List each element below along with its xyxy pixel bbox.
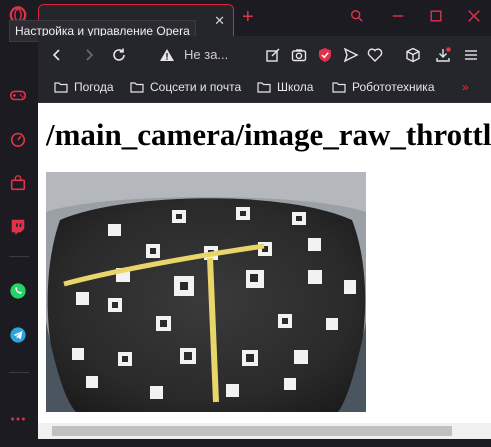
bookmarks-bar: Погода Соцсети и почта Школа Робототехни… (38, 74, 491, 103)
more-icon[interactable] (7, 408, 29, 430)
shield-icon[interactable] (316, 46, 334, 64)
window-bottom-edge (38, 439, 491, 447)
tab-close-button[interactable]: ✕ (214, 13, 225, 29)
bookmark-folder[interactable]: Робототехника (332, 80, 435, 94)
search-icon[interactable] (345, 6, 369, 26)
folder-icon (257, 82, 271, 93)
bookmark-label: Погода (74, 80, 114, 94)
whatsapp-icon[interactable] (7, 280, 29, 302)
horizontal-scrollbar[interactable] (38, 423, 491, 439)
address-security-text[interactable]: Не за... (184, 47, 228, 62)
close-icon[interactable] (462, 6, 486, 26)
warning-icon[interactable] (158, 46, 176, 64)
folder-icon (54, 82, 68, 93)
menu-icon[interactable] (462, 46, 480, 64)
bookmark-label: Робототехника (352, 80, 435, 94)
camera-icon[interactable] (290, 46, 308, 64)
browser-window: ✕ + Настройка и управление Opera Не за..… (0, 0, 491, 447)
page-heading: /main_camera/image_raw_throttled (46, 117, 491, 152)
download-icon[interactable] (434, 46, 452, 64)
new-tab-button[interactable]: + (242, 6, 254, 29)
sidebar-separator (9, 256, 29, 257)
twitch-icon[interactable] (7, 216, 29, 238)
extensions-cube-icon[interactable] (404, 46, 422, 64)
bookmark-folder[interactable]: Погода (54, 80, 114, 94)
page-content: /main_camera/image_raw_throttled (38, 103, 491, 423)
bookmark-label: Соцсети и почта (150, 80, 242, 94)
bookmarks-overflow-button[interactable]: » (462, 80, 469, 94)
telegram-icon[interactable] (7, 324, 29, 346)
back-icon[interactable] (48, 46, 66, 64)
scrollbar-thumb[interactable] (52, 426, 452, 436)
sidebar-separator (9, 372, 29, 373)
forward-icon[interactable] (80, 46, 98, 64)
minimize-icon[interactable] (386, 6, 410, 26)
send-icon[interactable] (342, 46, 360, 64)
edit-page-icon[interactable] (264, 46, 282, 64)
bookmark-label: Школа (277, 80, 314, 94)
maximize-icon[interactable] (424, 6, 448, 26)
bookmark-folder[interactable]: Соцсети и почта (130, 80, 241, 94)
heart-icon[interactable] (366, 46, 384, 64)
navigation-bar: Не за... (38, 36, 491, 74)
folder-icon (130, 82, 144, 93)
reload-icon[interactable] (110, 46, 128, 64)
speedometer-icon[interactable] (7, 128, 29, 150)
opera-sidebar (0, 0, 39, 447)
camera-image (46, 172, 366, 412)
gamepad-icon[interactable] (7, 84, 29, 106)
shopping-bag-icon[interactable] (7, 172, 29, 194)
folder-icon (332, 82, 346, 93)
bookmark-folder[interactable]: Школа (257, 80, 313, 94)
